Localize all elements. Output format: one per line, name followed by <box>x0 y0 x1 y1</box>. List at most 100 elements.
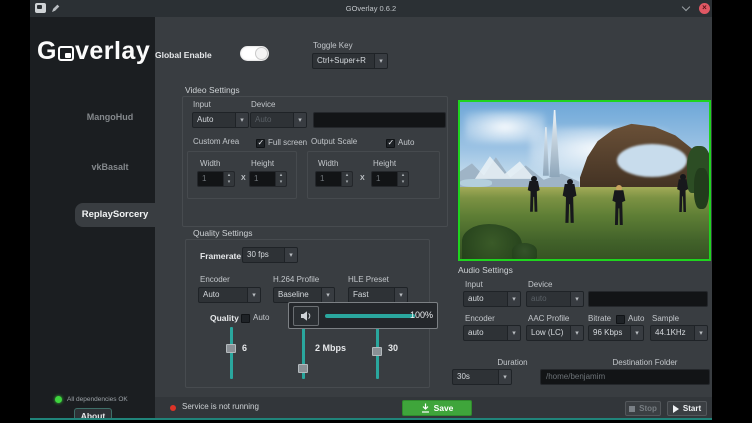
app-window: GOverlay 0.6.2 Gverlay MangoHud vkBasalt… <box>30 0 712 420</box>
spinner-buttons[interactable] <box>341 172 352 186</box>
close-button[interactable] <box>699 3 710 14</box>
speaker-button[interactable] <box>293 306 319 326</box>
sidebar-item-replaysorcery[interactable]: ReplaySorcery <box>75 203 155 227</box>
sample-select[interactable]: 44.1KHz <box>650 325 708 341</box>
dependencies-ok-dot <box>55 396 62 403</box>
encoder-select[interactable]: Auto <box>198 287 261 303</box>
output-height-spinner[interactable]: 1 <box>371 171 409 187</box>
tree-shape <box>694 168 709 209</box>
destination-folder-label: Destination Folder <box>585 358 705 368</box>
footer-bar: Service is not running Save Stop Start <box>155 397 712 418</box>
toggle-key-select[interactable]: Ctrl+Super+R <box>312 53 388 69</box>
hle-preset-label: HLE Preset <box>348 275 389 285</box>
audio-settings-title: Audio Settings <box>458 265 513 275</box>
audio-input-label: Input <box>465 280 483 290</box>
sample-label: Sample <box>652 314 679 324</box>
chevron-down-icon <box>498 370 511 384</box>
chevron-down-icon <box>694 326 707 340</box>
spinner-buttons[interactable] <box>397 172 408 186</box>
chevron-down-icon <box>247 288 260 302</box>
custom-width-label: Width <box>200 159 220 169</box>
chevron-down-icon <box>374 54 387 68</box>
video-device-select[interactable]: Auto <box>250 112 307 128</box>
chevron-down-icon <box>570 292 583 306</box>
custom-area-label: Custom Area <box>193 137 239 147</box>
bitrate-auto-checkbox[interactable] <box>616 315 625 324</box>
quality-auto-checkbox[interactable] <box>241 314 250 323</box>
custom-height-label: Height <box>251 159 274 169</box>
quality-slider[interactable] <box>230 327 233 379</box>
bitrate-slider-value: 2 Mbps <box>315 343 346 353</box>
custom-width-spinner[interactable]: 1 <box>197 171 235 187</box>
destination-folder-field[interactable]: /home/benjamim <box>540 369 710 385</box>
global-enable-label: Global Enable <box>155 50 212 60</box>
volume-popup: 100% <box>288 302 438 329</box>
dimension-separator: X <box>241 175 246 182</box>
bush-shape <box>512 243 537 259</box>
audio-device-field[interactable] <box>588 291 708 307</box>
sidebar-item-mangohud[interactable]: MangoHud <box>65 112 155 126</box>
preview-image <box>458 100 711 261</box>
quality-slider-handle[interactable] <box>226 344 236 353</box>
aac-profile-label: AAC Profile <box>528 314 569 324</box>
chevron-down-icon <box>630 326 643 340</box>
character-silhouette <box>562 179 577 223</box>
stop-button[interactable]: Stop <box>625 401 661 416</box>
sidebar-item-vkbasalt[interactable]: vkBasalt <box>65 162 155 176</box>
stop-icon <box>629 406 635 412</box>
quality-label: Quality <box>210 313 239 323</box>
quality-settings-title: Quality Settings <box>193 228 253 238</box>
about-button[interactable]: About <box>74 408 112 420</box>
custom-height-spinner[interactable]: 1 <box>249 171 287 187</box>
chevron-down-icon <box>394 288 407 302</box>
fullscreen-label: Full screen <box>268 138 307 148</box>
duration-select[interactable]: 30s <box>452 369 512 385</box>
fps-slider-handle[interactable] <box>372 347 382 356</box>
start-button[interactable]: Start <box>667 401 707 416</box>
video-input-label: Input <box>193 100 211 110</box>
toggle-knob <box>255 47 268 60</box>
output-width-label: Width <box>318 159 338 169</box>
character-silhouette <box>612 185 626 225</box>
chevron-down-icon <box>507 292 520 306</box>
duration-label: Duration <box>485 358 540 368</box>
chevron-down-icon <box>507 326 520 340</box>
audio-encoder-select[interactable]: auto <box>463 325 521 341</box>
h264-profile-select[interactable]: Baseline <box>273 287 335 303</box>
audio-input-select[interactable]: auto <box>463 291 521 307</box>
volume-slider[interactable] <box>325 314 415 318</box>
audio-device-label: Device <box>528 280 552 290</box>
global-enable-toggle[interactable] <box>240 46 269 61</box>
dependencies-status: All dependencies OK <box>67 396 128 404</box>
fullscreen-checkbox[interactable] <box>256 139 265 148</box>
output-scale-label: Output Scale <box>311 137 357 147</box>
aac-profile-select[interactable]: Low (LC) <box>526 325 584 341</box>
bitrate-slider-handle[interactable] <box>298 364 308 373</box>
output-width-spinner[interactable]: 1 <box>315 171 353 187</box>
chevron-down-icon <box>284 248 297 262</box>
character-silhouette <box>527 176 540 212</box>
app-logo: Gverlay <box>37 37 150 66</box>
framerate-select[interactable]: 30 fps <box>242 247 298 263</box>
spinner-buttons[interactable] <box>223 172 234 186</box>
screen: GOverlay 0.6.2 Gverlay MangoHud vkBasalt… <box>0 0 752 423</box>
sidebar: Gverlay MangoHud vkBasalt ReplaySorcery … <box>30 17 155 420</box>
chevron-down-icon <box>293 113 306 127</box>
save-button[interactable]: Save <box>402 400 472 416</box>
audio-device-select[interactable]: auto <box>526 291 584 307</box>
spinner-buttons[interactable] <box>275 172 286 186</box>
video-input-select[interactable]: Auto <box>192 112 249 128</box>
volume-value: 100% <box>410 310 433 320</box>
bitrate-select[interactable]: 96 Kbps <box>588 325 644 341</box>
video-device-label: Device <box>251 100 275 110</box>
logo-text-rest: verlay <box>75 37 150 66</box>
service-status-dot <box>170 405 176 411</box>
hle-preset-select[interactable]: Fast <box>348 287 408 303</box>
output-scale-auto-checkbox[interactable] <box>386 139 395 148</box>
encoder-label: Encoder <box>200 275 230 285</box>
chevron-down-icon <box>235 113 248 127</box>
video-device-field[interactable] <box>313 112 446 128</box>
audio-encoder-label: Encoder <box>465 314 495 324</box>
video-settings-title: Video Settings <box>185 85 240 95</box>
save-icon <box>421 403 430 413</box>
